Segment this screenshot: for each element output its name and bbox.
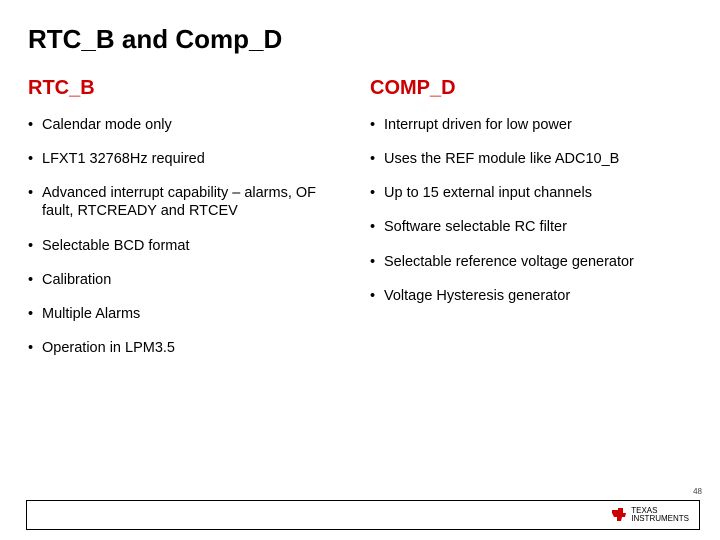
left-heading: RTC_B (28, 77, 350, 100)
content-columns: RTC_B Calendar mode only LFXT1 32768Hz r… (28, 77, 692, 373)
list-item: Software selectable RC filter (370, 218, 692, 236)
right-heading: COMP_D (370, 77, 692, 100)
list-item: Advanced interrupt capability – alarms, … (28, 184, 350, 220)
list-item: Operation in LPM3.5 (28, 339, 350, 357)
slide: RTC_B and Comp_D RTC_B Calendar mode onl… (0, 0, 720, 540)
list-item: Calibration (28, 271, 350, 289)
left-column: RTC_B Calendar mode only LFXT1 32768Hz r… (28, 77, 350, 373)
right-column: COMP_D Interrupt driven for low power Us… (370, 77, 692, 373)
right-list: Interrupt driven for low power Uses the … (370, 116, 692, 305)
list-item: LFXT1 32768Hz required (28, 150, 350, 168)
footer-bar: TEXAS INSTRUMENTS (26, 500, 700, 530)
list-item: Selectable reference voltage generator (370, 253, 692, 271)
list-item: Multiple Alarms (28, 305, 350, 323)
left-list: Calendar mode only LFXT1 32768Hz require… (28, 116, 350, 357)
list-item: Calendar mode only (28, 116, 350, 134)
ti-logo: TEXAS INSTRUMENTS (611, 507, 689, 523)
slide-title: RTC_B and Comp_D (28, 24, 692, 55)
ti-logo-icon (611, 508, 627, 522)
list-item: Selectable BCD format (28, 237, 350, 255)
ti-logo-text: TEXAS INSTRUMENTS (631, 507, 689, 523)
list-item: Uses the REF module like ADC10_B (370, 150, 692, 168)
page-number: 48 (693, 487, 702, 496)
list-item: Interrupt driven for low power (370, 116, 692, 134)
list-item: Voltage Hysteresis generator (370, 287, 692, 305)
ti-text-line2: INSTRUMENTS (631, 515, 689, 523)
list-item: Up to 15 external input channels (370, 184, 692, 202)
